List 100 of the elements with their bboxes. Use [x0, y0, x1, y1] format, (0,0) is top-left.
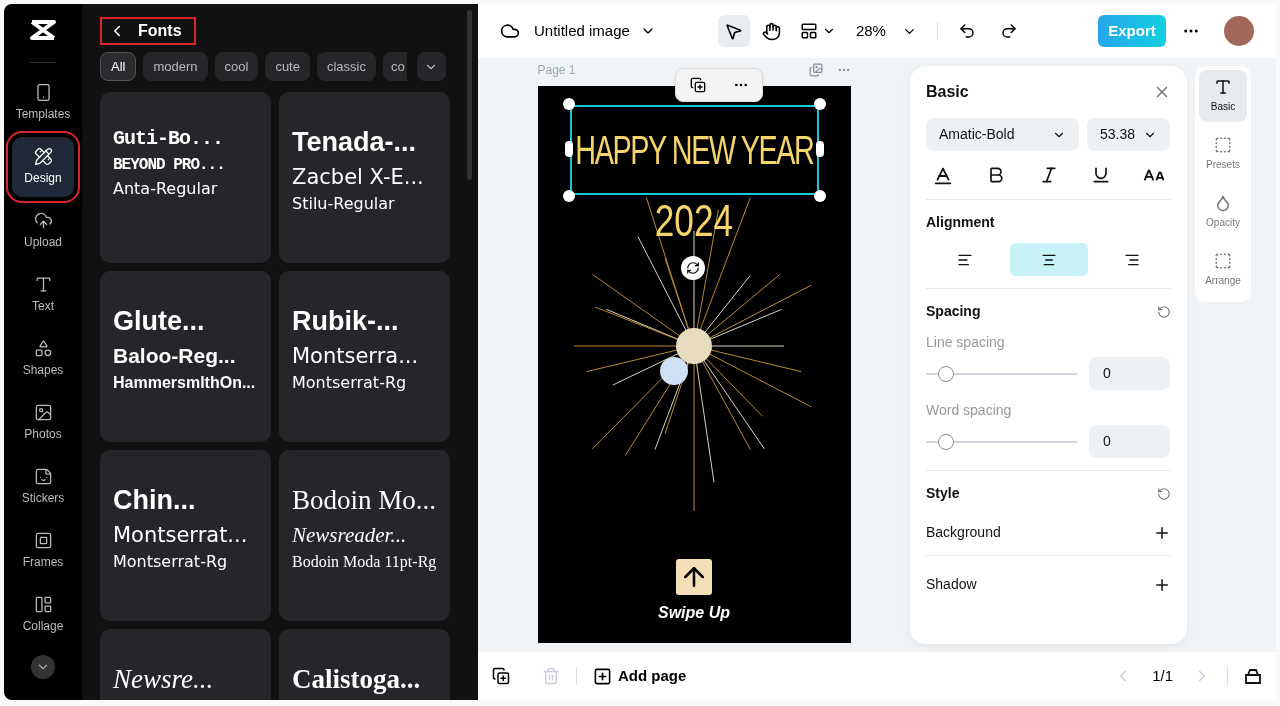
font-preview: Guti-Bo...: [113, 126, 225, 151]
font-preview: Bodoin Mo...: [292, 484, 437, 517]
year-text[interactable]: 2024: [654, 199, 734, 243]
images-icon[interactable]: [808, 63, 823, 77]
font-preview: Montserra...: [292, 342, 420, 369]
size-dropdown[interactable]: 53.38: [1087, 118, 1170, 151]
font-dropdown[interactable]: Amatic-Bold: [926, 118, 1079, 151]
cloud-icon[interactable]: [500, 21, 520, 41]
option-label: Background: [926, 523, 1001, 542]
option-label: Shadow: [926, 575, 977, 594]
sticker-icon: [33, 467, 53, 486]
section-title: Style: [926, 484, 960, 503]
font-card[interactable]: Newsre...: [100, 629, 271, 700]
rotate-icon: [685, 261, 700, 275]
font-preview: HammersmlthOn...: [113, 373, 257, 393]
scrollbar[interactable]: [467, 10, 472, 180]
value-field[interactable]: 0: [1089, 425, 1170, 458]
font-card[interactable]: Calistoga...: [279, 629, 450, 700]
rail-item[interactable]: Photos: [12, 393, 74, 453]
rail-item[interactable]: Upload: [12, 201, 74, 261]
font-preview: Glute...: [113, 305, 206, 338]
font-preview: BEYOND PRO...: [113, 155, 226, 175]
side-tab[interactable]: Arrange: [1199, 244, 1247, 296]
reset-icon[interactable]: [1157, 486, 1171, 501]
rail-item[interactable]: Frames: [12, 521, 74, 581]
rail-item[interactable]: Collage: [12, 585, 74, 645]
layout-button[interactable]: [799, 22, 836, 40]
font-card[interactable]: Bodoin Mo... Newsreader... Bodoin Moda 11pt-Rg: [279, 450, 450, 621]
rail-item[interactable]: Stickers: [12, 457, 74, 517]
resize-handle[interactable]: [562, 98, 575, 110]
shapes-icon: [33, 339, 53, 358]
zoom-dropdown[interactable]: 28%: [855, 19, 917, 43]
filter-chip[interactable]: cool: [214, 52, 259, 81]
cloud-upload-icon: [33, 211, 53, 230]
text-icon: [1214, 78, 1232, 96]
filter-chip[interactable]: cute: [265, 52, 310, 81]
tool-button[interactable]: [717, 15, 750, 47]
pointer-icon: [724, 21, 744, 41]
rail-item[interactable]: Shapes: [12, 329, 74, 389]
font-preview: Newsre...: [113, 663, 215, 696]
add-page-button[interactable]: Add page: [593, 664, 687, 688]
headline-text[interactable]: HAPPY NEW YEAR: [575, 130, 814, 170]
slider-track[interactable]: [926, 433, 1077, 450]
font-card[interactable]: Tenada-... Zacbel X-E... Stilu-Regular: [279, 92, 450, 263]
filter-chip[interactable]: All: [100, 52, 137, 81]
rail-item[interactable]: Templates: [12, 73, 74, 133]
font-preview: Newsreader...: [292, 521, 408, 548]
duplicate-icon[interactable]: [492, 667, 510, 685]
font-preview: Stilu-Regular: [292, 194, 396, 214]
resize-handle[interactable]: [813, 98, 826, 110]
layout-icon: [33, 595, 53, 614]
value-field[interactable]: 0: [1089, 357, 1170, 390]
font-preview: Bodoin Moda 11pt-Rg: [292, 552, 437, 572]
rail-item[interactable]: Text: [12, 265, 74, 325]
page-label: Page 1: [537, 62, 576, 79]
slider-label: Line spacing: [926, 333, 1006, 352]
logo-icon: [29, 18, 57, 42]
more-button[interactable]: [31, 655, 55, 679]
page-counter: 1/1: [1152, 665, 1173, 686]
redo-icon[interactable]: [999, 22, 1018, 40]
side-tab[interactable]: Presets: [1199, 128, 1247, 180]
resize-handle[interactable]: [562, 190, 575, 202]
font-preview: Montserrat...: [113, 521, 249, 548]
rotate-handle[interactable]: [680, 256, 705, 280]
font-card[interactable]: Glute... Baloo-Reg... HammersmlthOn...: [100, 271, 271, 442]
undo-icon[interactable]: [957, 22, 976, 40]
filter-chip[interactable]: co: [383, 52, 407, 81]
filter-chip[interactable]: classic: [316, 52, 376, 81]
font-preview: Tenada-...: [292, 126, 418, 159]
filter-chip[interactable]: modern: [143, 52, 208, 81]
arrow-up-icon: [676, 559, 712, 595]
artboard[interactable]: HAPPY NEW YEAR 2024 Swipe Up: [537, 86, 851, 643]
reset-icon[interactable]: [1157, 304, 1171, 319]
swipe-up-text[interactable]: Swipe Up: [658, 601, 730, 625]
font-preview: Zacbel X-E...: [292, 163, 425, 190]
font-preview: Anta-Regular: [113, 179, 219, 199]
hand-icon: [762, 21, 782, 41]
slider-track[interactable]: [926, 365, 1077, 382]
font-preview: Baloo-Reg...: [113, 342, 237, 369]
tray-icon[interactable]: [1244, 668, 1262, 684]
resize-handle[interactable]: [564, 141, 573, 157]
text-color-icon[interactable]: [932, 165, 954, 187]
slider-thumb[interactable]: [938, 365, 955, 382]
title-dropdown[interactable]: Untitled image: [534, 19, 656, 43]
avatar[interactable]: [1224, 16, 1254, 46]
back-button[interactable]: Fonts: [100, 17, 196, 45]
font-card[interactable]: Rubik-... Montserra... Montserrat-Rg: [279, 271, 450, 442]
resize-handle[interactable]: [813, 190, 826, 202]
font-preview: Rubik-...: [292, 305, 400, 338]
side-tab[interactable]: Basic: [1199, 70, 1247, 122]
slider-thumb[interactable]: [938, 433, 955, 450]
pencil-ruler-icon: [33, 147, 53, 166]
duplicate-icon[interactable]: [689, 77, 706, 93]
font-preview: Montserrat-Rg: [113, 552, 229, 572]
side-tab[interactable]: Opacity: [1199, 186, 1247, 238]
frame-icon: [33, 531, 53, 550]
font-card[interactable]: Guti-Bo... BEYOND PRO... Anta-Regular: [100, 92, 271, 263]
font-card[interactable]: Chin... Montserrat... Montserrat-Rg: [100, 450, 271, 621]
resize-handle[interactable]: [815, 141, 824, 157]
section-title: Alignment: [926, 213, 996, 232]
